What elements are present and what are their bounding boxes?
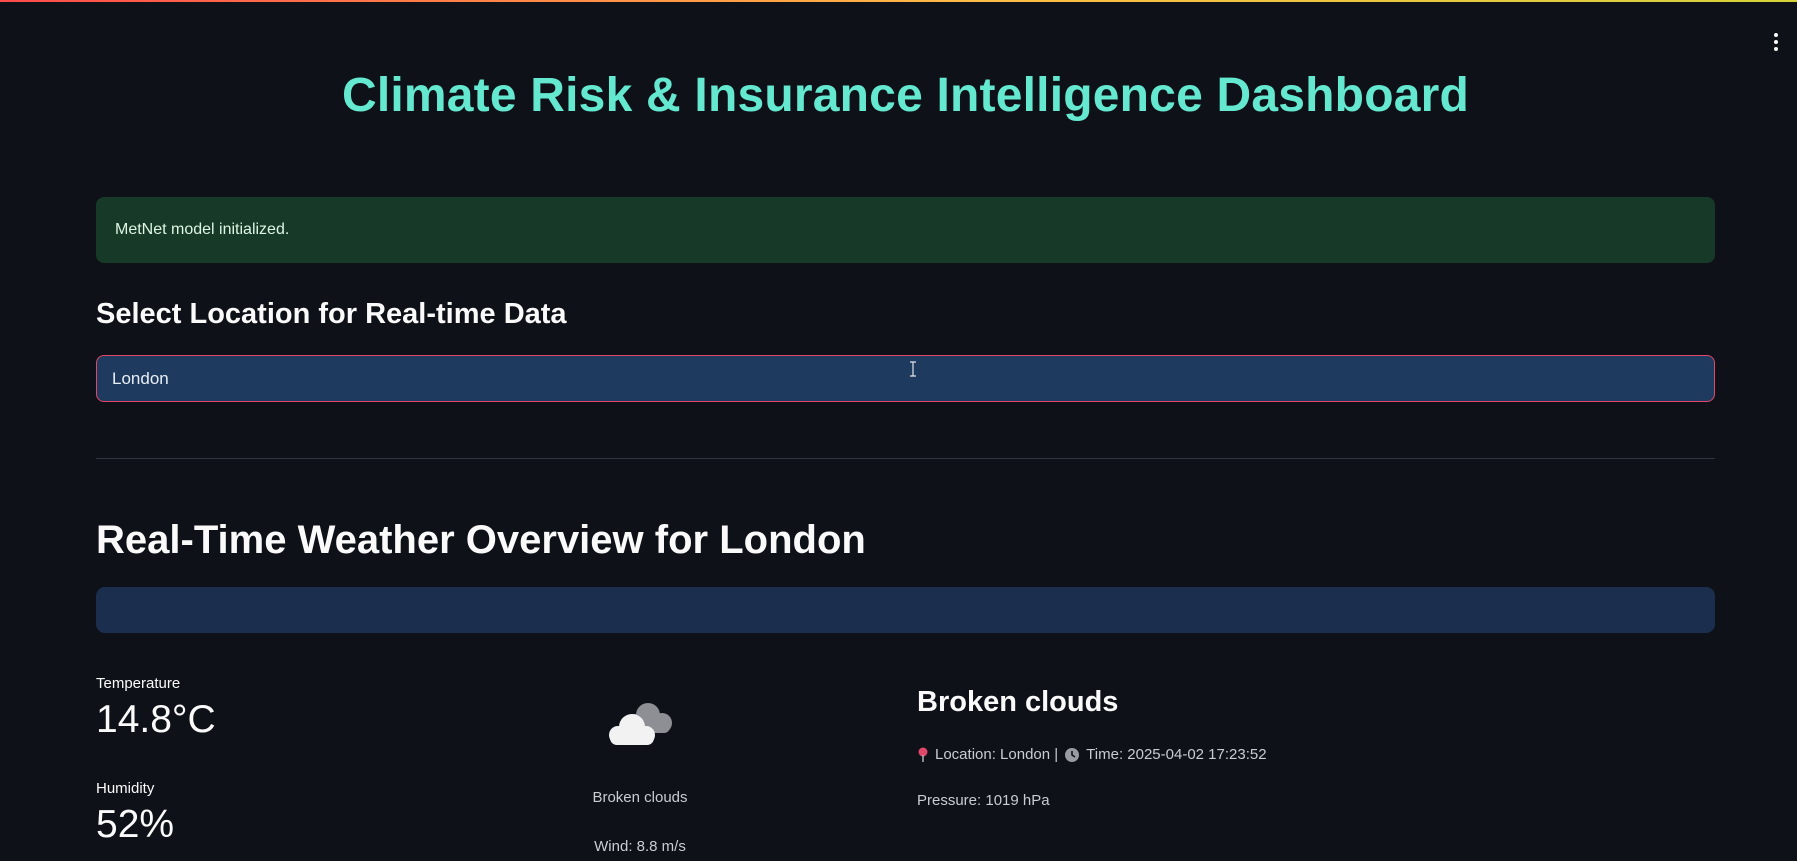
location-label: Select Location for Real-time Data: [96, 298, 567, 330]
main-content: Climate Risk & Insurance Intelligence Da…: [96, 0, 1715, 861]
menu-dot-icon: [1774, 33, 1778, 37]
location-time-line: Location: London | Time: 2025-04-02 17:2…: [917, 746, 1267, 763]
location-input[interactable]: [96, 355, 1715, 402]
wind-text: Wind: 8.8 m/s: [594, 838, 686, 855]
temperature-metric: Temperature 14.8°C: [96, 675, 216, 742]
menu-dot-icon: [1774, 47, 1778, 51]
alert-message: MetNet model initialized.: [115, 221, 290, 238]
success-alert: MetNet model initialized.: [96, 197, 1715, 263]
main-menu-button[interactable]: [1771, 30, 1781, 54]
humidity-label: Humidity: [96, 780, 155, 797]
cloud-icon: [600, 697, 680, 753]
weather-banner-bar: [96, 587, 1715, 633]
humidity-metric: Humidity 52%: [96, 780, 174, 847]
location-text: Location: London |: [935, 746, 1059, 763]
pin-icon: [917, 747, 929, 763]
pressure-text: Pressure: 1019 hPa: [917, 792, 1050, 809]
menu-dot-icon: [1774, 40, 1778, 44]
temperature-value: 14.8°C: [96, 698, 216, 741]
clock-icon: [1064, 747, 1080, 763]
time-text: Time: 2025-04-02 17:23:52: [1086, 746, 1267, 763]
page-title: Climate Risk & Insurance Intelligence Da…: [341, 69, 1470, 122]
temperature-label: Temperature: [96, 675, 181, 692]
weather-icon-caption: Broken clouds: [592, 789, 688, 806]
text-cursor-icon: [909, 361, 917, 377]
weather-overview-heading: Real-Time Weather Overview for London: [96, 518, 866, 562]
humidity-value: 52%: [96, 803, 175, 846]
divider: [96, 458, 1715, 459]
condition-title: Broken clouds: [917, 686, 1119, 718]
